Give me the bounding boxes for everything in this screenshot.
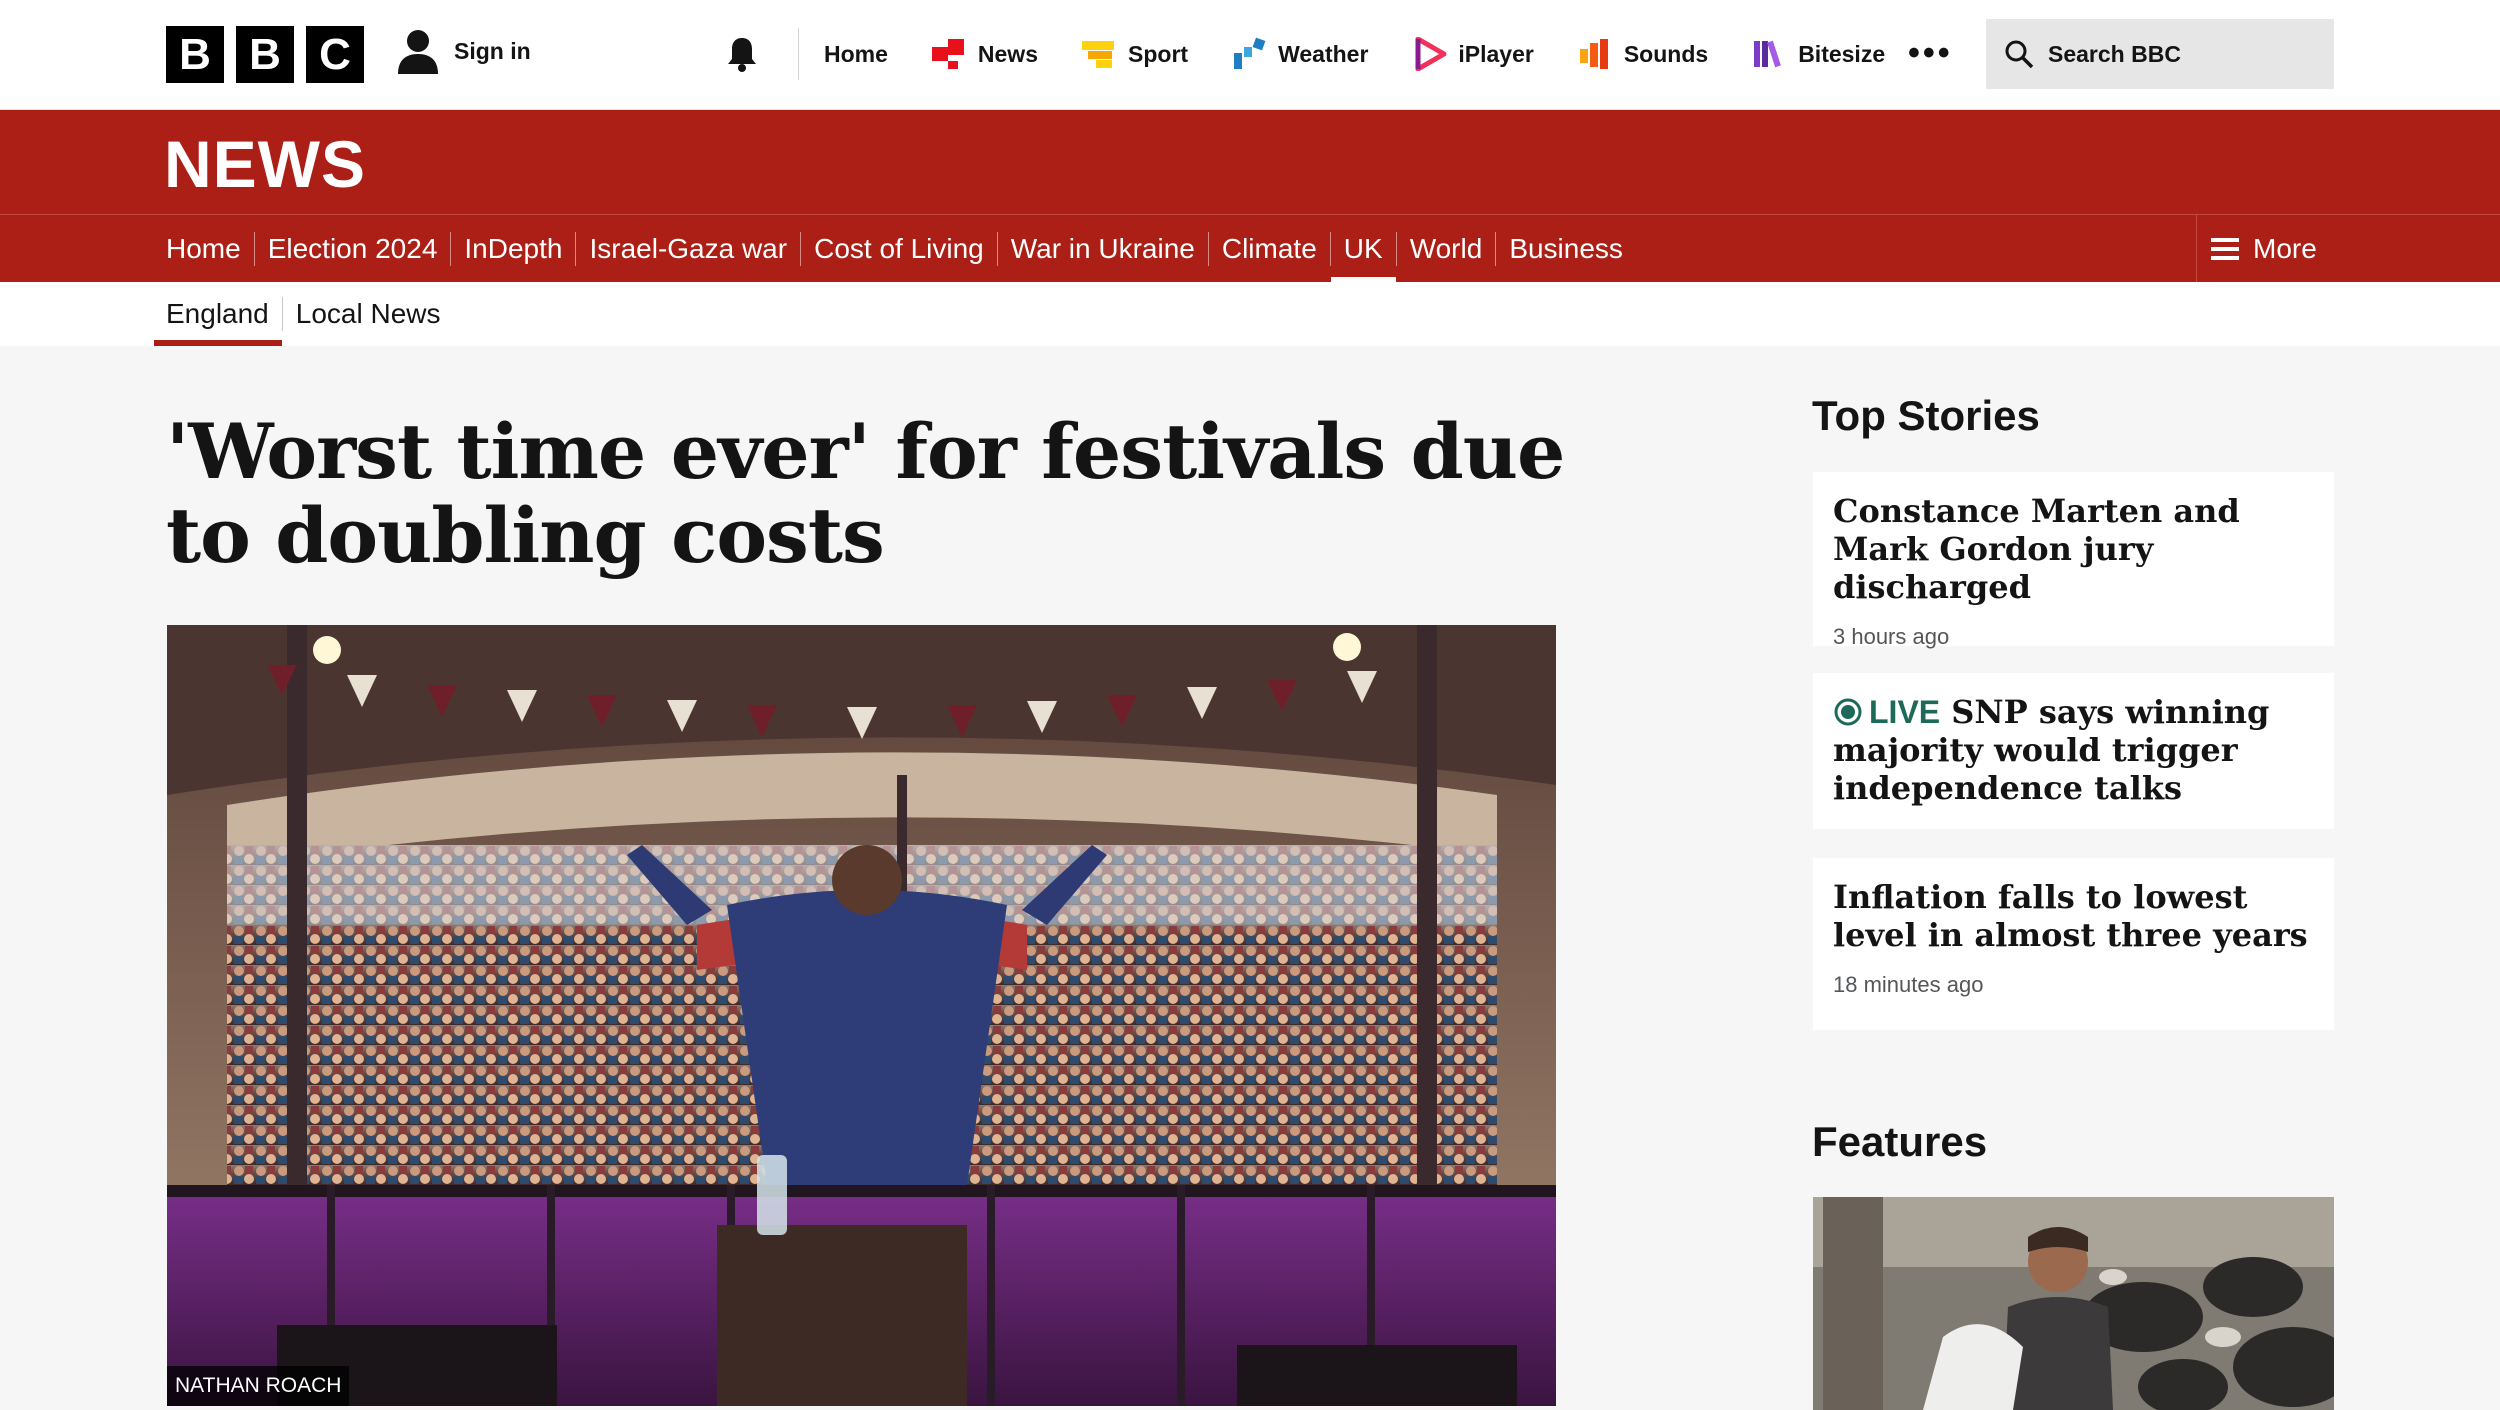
sport-icon	[1082, 41, 1114, 68]
more-menu-button[interactable]: •••	[1908, 36, 1953, 70]
topnav-sounds-label: Sounds	[1623, 40, 1709, 67]
image-credit: NATHAN ROACH	[167, 1366, 350, 1406]
topnav-sport-label: Sport	[1128, 40, 1189, 67]
divider	[798, 28, 799, 80]
topnav-home[interactable]: Home	[824, 41, 888, 68]
topnav-news[interactable]: News	[931, 37, 1038, 71]
bbc-logo-letter: B	[166, 26, 224, 83]
hamburger-menu-icon	[2211, 238, 2239, 260]
news-nav-israel-gaza-war[interactable]: Israel-Gaza war	[575, 232, 800, 266]
topnav-home-label: Home	[824, 40, 888, 67]
top-stories-heading: Top Stories	[1812, 392, 2040, 439]
sign-in-label: Sign in	[454, 37, 531, 64]
news-nav-indepth[interactable]: InDepth	[450, 232, 575, 266]
bitesize-icon	[1754, 40, 1782, 68]
top-story-title: LIVE SNP says winning majority would tri…	[1833, 693, 2314, 807]
bbc-logo-letter: C	[306, 26, 364, 83]
notifications-bell-icon[interactable]	[722, 34, 762, 74]
news-nav-home[interactable]: Home	[166, 232, 254, 266]
region-nav-local-news[interactable]: Local News	[281, 297, 454, 331]
article-hero-image: NATHAN ROACH	[167, 625, 1556, 1406]
sounds-icon	[1579, 39, 1608, 69]
weather-icon	[1234, 37, 1266, 69]
news-brand-bar: NEWS	[0, 110, 2500, 214]
news-nav-more-button[interactable]: More	[2196, 215, 2317, 283]
feature-photo	[1813, 1197, 2334, 1410]
news-nav-more-label: More	[2253, 233, 2317, 264]
bbc-top-nav: Home News Sport Weather iPlayer Sounds B…	[824, 28, 1929, 80]
topnav-iplayer-label: iPlayer	[1458, 40, 1534, 67]
topnav-sport[interactable]: Sport	[1082, 37, 1188, 71]
sign-in-link[interactable]: Sign in	[396, 28, 531, 74]
region-nav: England Local News	[0, 282, 2500, 346]
news-nav-war-in-ukraine[interactable]: War in Ukraine	[996, 232, 1208, 266]
top-story-timestamp: 3 hours ago	[1833, 624, 1950, 649]
live-indicator-icon	[1834, 698, 1862, 726]
news-section-title[interactable]: NEWS	[164, 126, 366, 202]
topnav-iplayer[interactable]: iPlayer	[1412, 37, 1534, 71]
topnav-bitesize-label: Bitesize	[1798, 40, 1886, 67]
features-heading: Features	[1812, 1118, 1988, 1165]
news-nav-uk[interactable]: UK	[1329, 232, 1396, 283]
topnav-news-label: News	[977, 40, 1038, 67]
festival-crowd-photo	[167, 625, 1556, 1406]
news-nav-world[interactable]: World	[1395, 232, 1496, 266]
article-headline: 'Worst time ever' for festivals due to d…	[166, 407, 1565, 580]
news-section-nav: Home Election 2024 InDepth Israel-Gaza w…	[0, 214, 2500, 283]
region-nav-england[interactable]: England	[154, 297, 282, 346]
news-nav-election-2024[interactable]: Election 2024	[253, 232, 451, 266]
account-icon	[398, 30, 438, 74]
top-story-timestamp: 18 minutes ago	[1833, 972, 1984, 997]
topnav-weather[interactable]: Weather	[1232, 37, 1368, 71]
top-story-card-live[interactable]: LIVE SNP says winning majority would tri…	[1813, 673, 2334, 829]
live-label: LIVE	[1869, 694, 1941, 730]
news-icon	[931, 39, 964, 69]
news-nav-cost-of-living[interactable]: Cost of Living	[800, 232, 997, 266]
bbc-logo-letter: B	[236, 26, 294, 83]
search-input[interactable]: Search BBC	[1986, 19, 2334, 89]
bbc-logo[interactable]: B B C	[166, 26, 364, 83]
top-story-title: Constance Marten and Mark Gordon jury di…	[1833, 492, 2240, 606]
search-icon	[2005, 40, 2034, 69]
bbc-masthead: B B C Sign in Home News Sport Weather iP…	[0, 0, 2500, 110]
feature-image[interactable]	[1813, 1197, 2334, 1410]
top-story-card[interactable]: Constance Marten and Mark Gordon jury di…	[1813, 472, 2334, 649]
topnav-sounds[interactable]: Sounds	[1578, 37, 1708, 71]
topnav-bitesize[interactable]: Bitesize	[1752, 37, 1885, 71]
news-nav-climate[interactable]: Climate	[1207, 232, 1330, 266]
iplayer-icon	[1415, 37, 1447, 71]
top-story-title: Inflation falls to lowest level in almos…	[1833, 878, 2308, 954]
search-placeholder: Search BBC	[2048, 40, 2181, 67]
news-nav-business[interactable]: Business	[1495, 232, 1636, 266]
topnav-weather-label: Weather	[1278, 40, 1369, 67]
top-story-card[interactable]: Inflation falls to lowest level in almos…	[1813, 858, 2334, 1030]
